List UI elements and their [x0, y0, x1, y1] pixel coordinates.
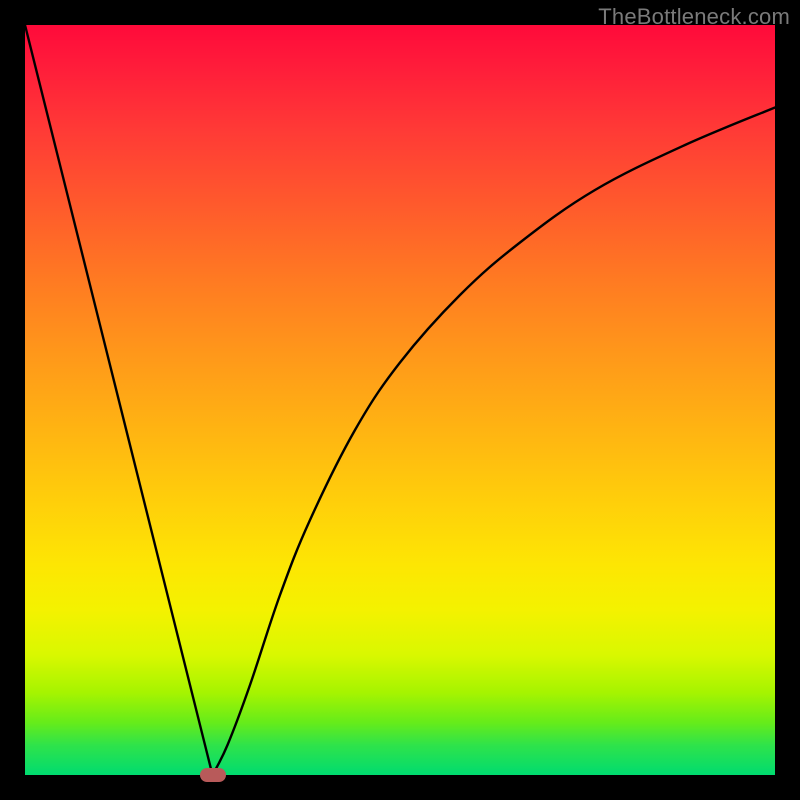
curve-path — [25, 25, 775, 775]
chart-frame: TheBottleneck.com — [0, 0, 800, 800]
plot-area — [25, 25, 775, 775]
watermark-text: TheBottleneck.com — [598, 4, 790, 30]
min-marker — [200, 768, 226, 782]
bottleneck-curve — [25, 25, 775, 775]
